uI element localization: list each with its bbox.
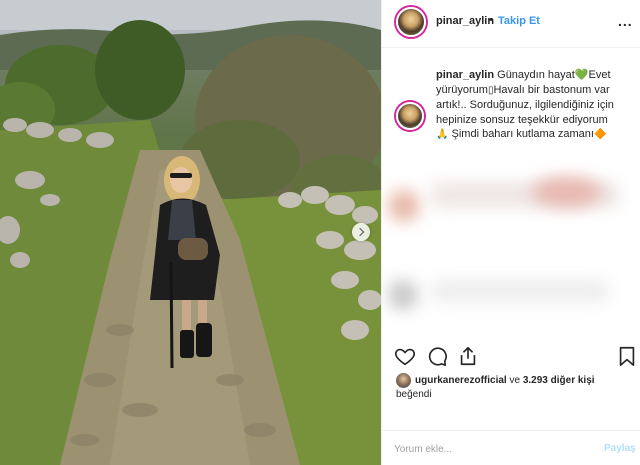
pray-emoji-icon: 🙏: [436, 129, 449, 140]
header-separator: •: [489, 14, 493, 26]
liker-username[interactable]: ugurkanerezofficial: [415, 375, 507, 386]
bookmark-icon[interactable]: [616, 345, 638, 367]
caption-part-1: Günaydın hayat: [494, 69, 575, 81]
likes-connector: ve: [506, 375, 523, 387]
post-header: pinar_aylin • Takip Et ...: [382, 0, 640, 48]
liked-label: beğendi: [396, 389, 432, 400]
caption-part-4: Şimdi baharı kutlama zamanı: [448, 128, 594, 140]
sunflower-emoji-icon: 🔶: [593, 129, 607, 140]
caption-text: pinar_aylin Günaydın hayat💚Evet yürüyoru…: [436, 68, 636, 143]
comment-input[interactable]: [394, 440, 589, 458]
heart-emoji-icon: 💚: [574, 69, 589, 81]
blurred-avatar: [388, 190, 420, 222]
post-sidebar: pinar_aylin • Takip Et ... pinar_aylin G…: [381, 0, 640, 465]
blurred-text: [430, 280, 610, 302]
post-comment-button[interactable]: Paylaş: [604, 443, 636, 454]
caption-avatar[interactable]: [396, 102, 424, 130]
heart-outline-icon[interactable]: [394, 345, 416, 367]
chevron-right-icon: [355, 227, 365, 237]
instagram-post: pinar_aylin • Takip Et ... pinar_aylin G…: [0, 0, 640, 465]
header-username[interactable]: pinar_aylin: [436, 15, 494, 27]
blurred-avatar: [388, 280, 418, 310]
post-photo[interactable]: [0, 0, 381, 465]
carousel-next-button[interactable]: [352, 223, 370, 241]
likes-count[interactable]: 3.293 diğer kişi: [523, 375, 595, 386]
liker-avatar[interactable]: [396, 373, 411, 388]
caption-username[interactable]: pinar_aylin: [436, 69, 494, 81]
photo-scene: [0, 0, 381, 465]
more-options-button[interactable]: ...: [618, 13, 633, 29]
share-icon[interactable]: [457, 345, 479, 367]
likes-summary: ugurkanerezofficial ve 3.293 diğer kişi …: [396, 373, 636, 400]
speech-bubble-icon[interactable]: [426, 345, 448, 367]
action-bar: [382, 342, 640, 368]
comment-bar: Paylaş: [382, 430, 640, 465]
profile-avatar[interactable]: [396, 7, 426, 37]
follow-button[interactable]: Takip Et: [498, 15, 540, 27]
blurred-text: [532, 177, 602, 207]
blurred-comments: [382, 142, 640, 327]
